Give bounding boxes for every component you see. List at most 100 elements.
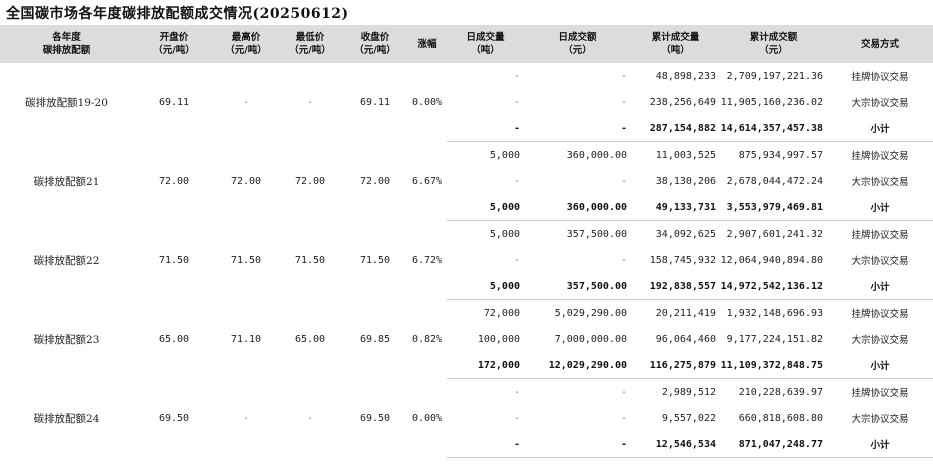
subtotal-daily-amount: 357,500.00 [524,273,631,300]
col-header-trade-mode: 交易方式 [827,25,933,63]
daily-amount: 360,000.00 [566,149,627,161]
change-percent: 6.67% [411,175,443,187]
daily-amount: 7,000,000.00 [554,333,627,345]
subtotal-daily-volume: 5,000 [447,194,524,221]
header-row: 各年度 碳排放配额 开盘价 （元/吨） 最高价 （元/吨） 最低价 （元/吨） 收盘价（… [0,25,933,63]
daily-amount: 357,500.00 [566,228,627,240]
open-price: 72.00 [158,175,190,187]
subtotal-cumulative-amount: 3,553,979,469.81 [720,194,827,221]
subtotal-cumulative-volume: 116,275,879 [631,352,720,379]
subtotal-label: 小计 [827,194,933,221]
subtotal-label: 小计 [827,273,933,300]
low-price: 72.00 [294,175,326,187]
cumulative-amount: 875,934,997.57 [738,149,823,161]
cumulative-amount: 12,064,940,894.80 [720,254,823,266]
subtotal-label: 小计 [827,352,933,379]
subtotal-cumulative-amount: 14,614,357,457.38 [720,115,827,142]
low-price: - [306,412,314,424]
cumulative-amount: 2,709,197,221.36 [726,70,823,82]
cumulative-amount: 9,177,224,151.82 [726,333,823,345]
cumulative-amount: 1,932,148,696.93 [726,307,823,319]
group-name: 碳排放配额21 [33,175,100,188]
change-percent: 0.00% [411,96,443,108]
daily-volume: - [513,254,520,266]
subtotal-label: 小计 [827,115,933,142]
low-price: 71.50 [294,254,326,266]
col-header-open: 开盘价 （元/吨） [133,25,215,63]
low-price: - [306,96,314,108]
cumulative-volume: 34,092,625 [655,228,716,240]
open-price: 69.11 [158,96,190,108]
col-header-high: 最高价 （元/吨） [215,25,277,63]
trade-mode: 挂牌协议交易 [851,388,909,399]
high-price: - [242,96,250,108]
close-price: 69.85 [359,333,391,345]
cumulative-volume: 9,557,022 [661,412,716,424]
high-price: - [242,412,250,424]
cumulative-amount: 2,907,601,241.32 [726,228,823,240]
daily-amount: - [620,175,627,187]
col-header-close: 收盘价 （元/吨） [343,25,407,63]
daily-volume: 100,000 [477,333,520,345]
open-price: 65.00 [158,333,190,345]
close-price: 71.50 [359,254,391,266]
carbon-trading-table: 各年度 碳排放配额 开盘价 （元/吨） 最高价 （元/吨） 最低价 （元/吨） 收盘价（… [0,25,933,458]
subtotal-daily-amount: - [524,115,631,142]
change-percent: 0.82% [411,333,443,345]
trade-mode: 挂牌协议交易 [851,151,909,162]
trade-mode: 挂牌协议交易 [851,309,909,320]
subtotal-daily-volume: 172,000 [447,352,524,379]
daily-volume: - [513,386,520,398]
cumulative-volume: 96,064,460 [655,333,716,345]
cumulative-volume: 158,745,932 [649,254,716,266]
subtotal-cumulative-volume: 192,838,557 [631,273,720,300]
daily-amount: - [620,386,627,398]
subtotal-cumulative-amount: 11,109,372,848.75 [720,352,827,379]
change-percent: 6.72% [411,254,443,266]
open-price: 71.50 [158,254,190,266]
daily-volume: 5,000 [489,228,520,240]
table-row: 碳排放配额22 71.50 71.50 71.50 71.50 6.72% 5,… [0,221,933,267]
trade-mode: 大宗协议交易 [851,98,909,109]
group-name: 碳排放配额22 [33,254,100,267]
group-name: 碳排放配额24 [33,412,100,425]
daily-volume: - [513,96,520,108]
cumulative-volume: 20,211,419 [655,307,716,319]
cumulative-volume: 11,003,525 [655,149,716,161]
col-header-cumulative-amount: 累计成交额 （元） [720,25,827,63]
table-row: 碳排放配额21 72.00 72.00 72.00 72.00 6.67% 5,… [0,142,933,188]
trade-mode: 挂牌协议交易 [851,230,909,241]
close-price: 69.11 [359,96,391,108]
table-row: 碳排放配额24 69.50 - - 69.50 0.00% - - 2,989,… [0,379,933,425]
table-row: 碳排放配额19-20 69.11 - - 69.11 0.00% - - 48,… [0,63,933,109]
subtotal-daily-amount: 12,029,290.00 [524,352,631,379]
subtotal-cumulative-volume: 287,154,882 [631,115,720,142]
page-title: 全国碳市场各年度碳排放配额成交情况(20250612) [6,6,349,22]
daily-amount: - [620,96,627,108]
trade-mode: 大宗协议交易 [851,335,909,346]
close-price: 69.50 [359,412,391,424]
daily-amount: - [620,70,627,82]
table-row: 碳排放配额23 65.00 71.10 65.00 69.85 0.82% 72… [0,300,933,346]
subtotal-daily-amount: 360,000.00 [524,194,631,221]
low-price: 65.00 [294,333,326,345]
trade-mode: 大宗协议交易 [851,177,909,188]
cumulative-amount: 210,228,639.97 [738,386,823,398]
subtotal-daily-volume: - [447,115,524,142]
cumulative-amount: 2,678,044,472.24 [726,175,823,187]
cumulative-volume: 38,130,206 [655,175,716,187]
col-header-change: 涨幅 [407,25,447,63]
col-header-low: 最低价 （元/吨） [277,25,343,63]
col-header-daily-amount: 日成交额 （元） [524,25,631,63]
cumulative-volume: 48,898,233 [655,70,716,82]
subtotal-label: 小计 [827,431,933,458]
high-price: 71.50 [230,254,262,266]
group-name: 碳排放配额23 [33,333,100,346]
col-header-year: 各年度 碳排放配额 [0,25,133,63]
cumulative-volume: 2,989,512 [661,386,716,398]
daily-volume: - [513,70,520,82]
daily-volume: 5,000 [489,149,520,161]
subtotal-cumulative-amount: 871,047,248.77 [720,431,827,458]
subtotal-daily-volume: 5,000 [447,273,524,300]
subtotal-cumulative-volume: 49,133,731 [631,194,720,221]
